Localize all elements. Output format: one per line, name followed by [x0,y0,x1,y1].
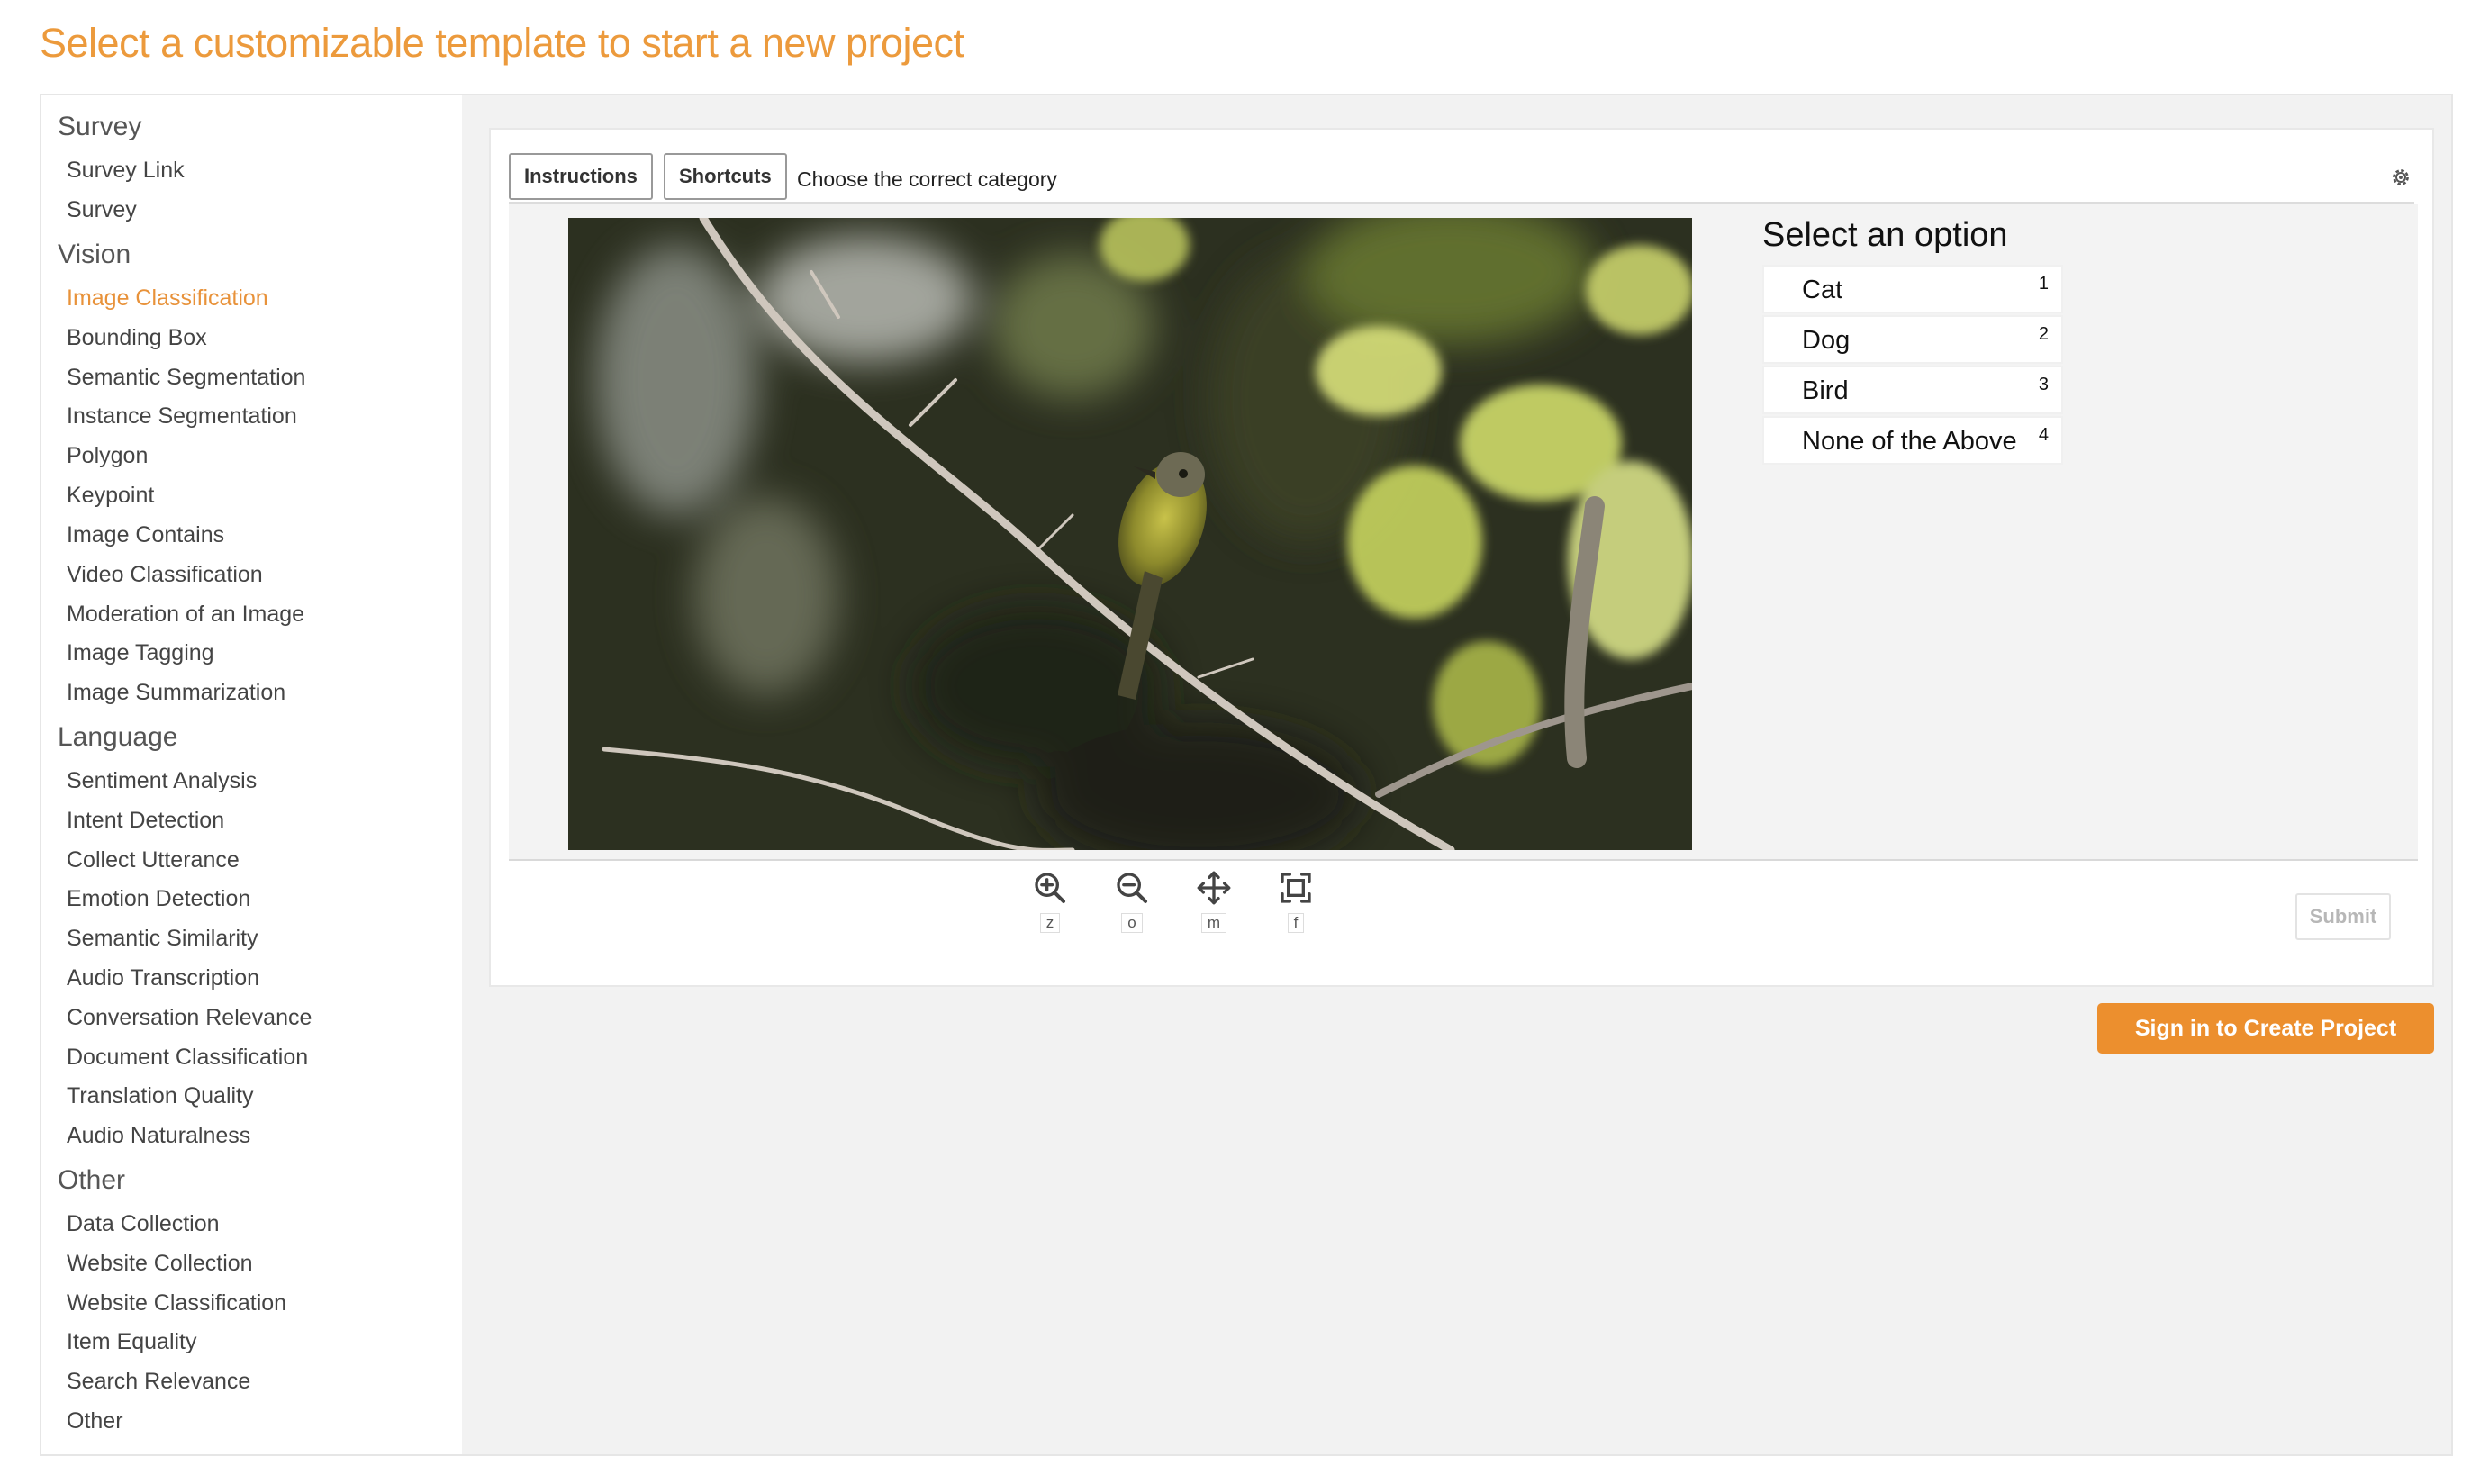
sidebar-item-survey-link[interactable]: Survey Link [67,158,185,184]
sidebar-item-intent-detection[interactable]: Intent Detection [67,808,224,834]
option-shortcut-key: 4 [2038,425,2049,445]
instructions-button[interactable]: Instructions [509,153,653,200]
sidebar-item-document-classification[interactable]: Document Classification [67,1045,308,1071]
tool-shortcut-key: m [1200,913,1227,933]
sidebar-item-image-contains[interactable]: Image Contains [67,522,224,548]
option-cat[interactable]: Cat 1 [1762,265,2063,313]
sidebar-item-video-classification[interactable]: Video Classification [67,562,263,588]
sidebar-item-keypoint[interactable]: Keypoint [67,483,154,509]
zoom-in-icon [1035,873,1065,903]
sidebar-item-moderation-of-an-image[interactable]: Moderation of an Image [67,602,304,628]
task-image[interactable] [568,218,1692,850]
template-sidebar: Survey Survey Link Survey Vision Image C… [41,95,462,1454]
shortcuts-button[interactable]: Shortcuts [664,153,787,200]
move-tool[interactable]: m [1196,870,1232,933]
sidebar-item-survey[interactable]: Survey [67,197,137,223]
bird-photo [568,218,1692,850]
sidebar-item-data-collection[interactable]: Data Collection [67,1211,220,1237]
sidebar-item-sentiment-analysis[interactable]: Sentiment Analysis [67,768,257,794]
sidebar-item-polygon[interactable]: Polygon [67,443,148,469]
tool-shortcut-key: f [1287,913,1305,933]
option-label: Dog [1802,326,1851,355]
sidebar-item-other[interactable]: Other [67,1408,123,1434]
option-none-of-the-above[interactable]: None of the Above 4 [1762,416,2063,465]
gear-icon[interactable] [2389,166,2412,189]
sidebar-item-image-tagging[interactable]: Image Tagging [67,640,214,666]
sidebar-item-image-summarization[interactable]: Image Summarization [67,680,285,706]
sidebar-item-semantic-similarity[interactable]: Semantic Similarity [67,926,258,952]
sidebar-section-language: Language [58,722,178,752]
sidebar-section-vision: Vision [58,240,131,269]
sidebar-item-conversation-relevance[interactable]: Conversation Relevance [67,1005,312,1031]
sidebar-section-survey: Survey [58,112,142,141]
option-shortcut-key: 3 [2038,375,2049,394]
option-label: Cat [1802,276,1843,304]
sidebar-item-audio-transcription[interactable]: Audio Transcription [67,965,259,991]
move-icon [1197,871,1231,905]
sidebar-item-emotion-detection[interactable]: Emotion Detection [67,886,250,912]
options-list: Cat 1 Dog 2 Bird 3 None of the Above 4 [1762,265,2063,466]
tool-shortcut-key: z [1039,913,1061,933]
template-browser: Survey Survey Link Survey Vision Image C… [40,94,2453,1456]
annotation-workspace: Select an option Cat 1 Dog 2 Bird 3 None… [509,204,2418,861]
sidebar-item-website-collection[interactable]: Website Collection [67,1251,253,1277]
fit-screen-tool[interactable]: f [1278,870,1314,933]
options-title: Select an option [1762,216,2008,254]
option-label: None of the Above [1802,427,2017,456]
option-label: Bird [1802,376,1849,405]
fit-screen-icon [1281,873,1311,903]
task-prompt: Choose the correct category [797,167,1057,191]
zoom-out-icon [1117,873,1147,903]
sidebar-item-image-classification[interactable]: Image Classification [67,285,268,312]
sidebar-item-bounding-box[interactable]: Bounding Box [67,325,207,351]
option-shortcut-key: 2 [2038,324,2049,344]
sidebar-item-item-equality[interactable]: Item Equality [67,1329,197,1355]
option-dog[interactable]: Dog 2 [1762,315,2063,364]
tool-shortcut-key: o [1121,913,1143,933]
sidebar-item-semantic-segmentation[interactable]: Semantic Segmentation [67,365,305,391]
sidebar-item-instance-segmentation[interactable]: Instance Segmentation [67,403,297,430]
zoom-in-tool[interactable]: z [1032,870,1068,933]
template-preview: Instructions Shortcuts Choose the correc… [489,128,2434,987]
page-title: Select a customizable template to start … [40,20,964,66]
option-shortcut-key: 1 [2038,274,2049,294]
submit-button[interactable]: Submit [2295,893,2391,940]
sidebar-item-search-relevance[interactable]: Search Relevance [67,1369,250,1395]
sidebar-item-audio-naturalness[interactable]: Audio Naturalness [67,1123,250,1149]
option-bird[interactable]: Bird 3 [1762,366,2063,414]
task-toolbar: Instructions Shortcuts Choose the correc… [509,148,2414,204]
sidebar-section-other: Other [58,1165,126,1195]
zoom-out-tool[interactable]: o [1114,870,1150,933]
sidebar-item-collect-utterance[interactable]: Collect Utterance [67,847,240,873]
sign-in-to-create-project-button[interactable]: Sign in to Create Project [2097,1003,2434,1054]
sidebar-item-translation-quality[interactable]: Translation Quality [67,1083,254,1109]
sidebar-item-website-classification[interactable]: Website Classification [67,1290,286,1317]
